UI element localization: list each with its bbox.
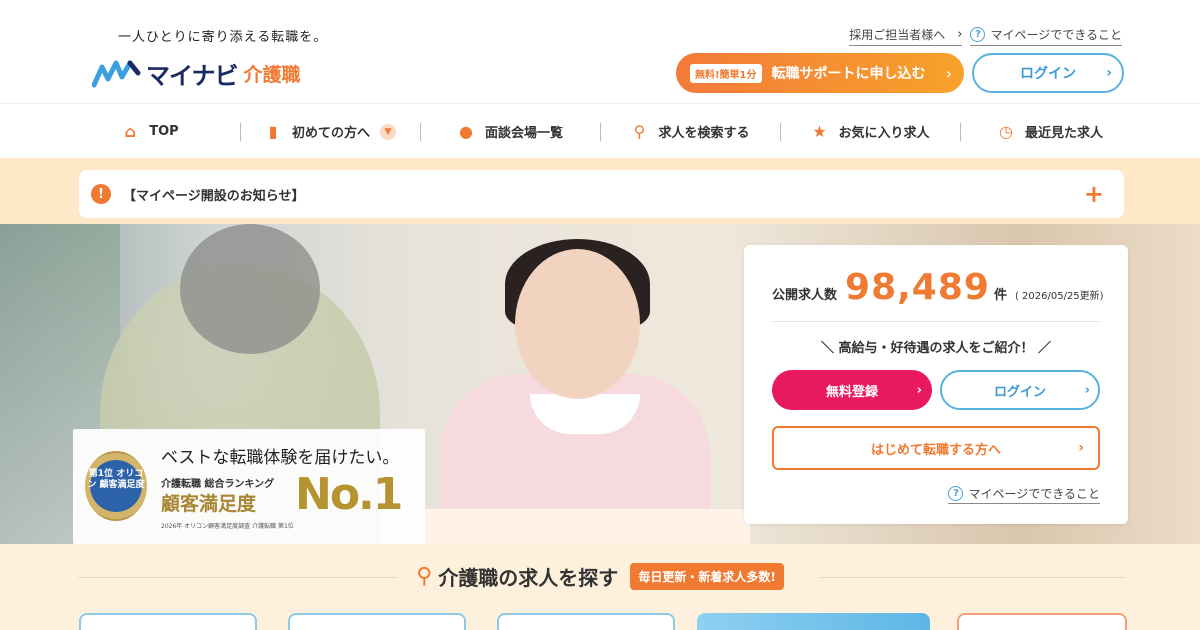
nav-item-search[interactable]: ⚲ 求人を検索する <box>600 122 780 141</box>
login-label: ログイン <box>993 384 1046 400</box>
free-badge: 無料!簡単1分 <box>690 63 762 83</box>
award-satisfaction: 顧客満足度 <box>161 493 257 515</box>
mypage-help-label: マイページでできること <box>990 28 1122 42</box>
medal-text: 第1位 オリコン 顧客満足度 <box>87 469 145 490</box>
notice-accordion[interactable]: ! 【マイページ開設のお知らせ】 + <box>79 170 1124 218</box>
mypage-help-link[interactable]: ? マイページでできること <box>970 26 1122 46</box>
header-login-button[interactable]: ログイン › <box>972 53 1124 93</box>
alert-icon: ! <box>91 184 111 204</box>
chevron-right-icon: › <box>916 382 922 398</box>
award-no1: No.1 <box>295 469 403 520</box>
chevron-right-icon: › <box>1078 440 1084 456</box>
map-pin-icon: ● <box>459 122 473 141</box>
chevron-right-icon: › <box>957 27 963 42</box>
notice-text: 【マイページ開設のお知らせ】 <box>123 188 305 204</box>
nav-label: 面談会場一覧 <box>484 126 563 141</box>
nav-label: お気に入り求人 <box>838 126 930 141</box>
global-nav: ⌂ TOP ▮ 初めての方へ ▼ ● 面談会場一覧 ⚲ 求人を検索する ★ お気… <box>0 105 1200 158</box>
award-catch: ベストな転職体験を届けたい。 <box>161 448 400 468</box>
chevron-right-icon: › <box>945 63 952 83</box>
award-ranking: 介護転職 総合ランキング <box>161 479 275 490</box>
nav-label: 最近見た求人 <box>1024 126 1103 141</box>
award-banner: 第1位 オリコン 顧客満足度 ベストな転職体験を届けたい。 介護転職 総合ランキ… <box>73 429 425 544</box>
jobs-count: 98,489 <box>845 267 990 308</box>
search-card[interactable] <box>957 613 1127 630</box>
free-register-button[interactable]: 無料登録 › <box>772 370 932 410</box>
search-card[interactable] <box>497 613 675 630</box>
first-time-label: はじめて転職する方へ <box>870 442 1001 458</box>
panel-login-button[interactable]: ログイン › <box>940 370 1100 410</box>
search-icon: ⚲ <box>416 564 433 589</box>
logo-text: マイナビ <box>146 62 239 90</box>
support-apply-button[interactable]: 無料!簡単1分 転職サポートに申し込む › <box>676 53 964 93</box>
beginner-icon: ▮ <box>268 122 278 141</box>
question-icon: ? <box>970 27 986 42</box>
hero-elder-hair <box>180 224 320 354</box>
chevron-down-icon: ▼ <box>380 123 396 140</box>
hero-nurse-face <box>515 249 640 399</box>
nav-item-venues[interactable]: ● 面談会場一覧 <box>420 122 600 141</box>
panel-help-label: マイページでできること <box>968 487 1100 501</box>
nav-label: 初めての方へ <box>291 126 370 141</box>
recruiter-link[interactable]: 採用ご担当者様へ › <box>849 26 963 46</box>
clock-icon: ◷ <box>999 122 1013 141</box>
nav-label: TOP <box>149 124 179 139</box>
star-icon: ★ <box>812 122 827 141</box>
jobs-label: 公開求人数 <box>772 288 838 303</box>
search-card[interactable] <box>79 613 257 630</box>
award-footnote: 2026年 オリコン顧客満足度調査 介護転職 第1位 <box>161 523 294 530</box>
nav-item-beginner[interactable]: ▮ 初めての方へ ▼ <box>240 122 420 141</box>
panel-catch: ＼ 高給与・好待遇の求人をご紹介！ ／ <box>820 341 1052 356</box>
panel-mypage-help-link[interactable]: ? マイページでできること <box>948 485 1100 504</box>
chevron-right-icon: › <box>1106 65 1112 81</box>
search-badge: 毎日更新・新着求人多数! <box>630 563 784 590</box>
support-button-label: 転職サポートに申し込む <box>771 66 926 82</box>
expand-plus-icon[interactable]: + <box>1084 180 1104 208</box>
panel-divider <box>772 321 1100 322</box>
nav-label: 求人を検索する <box>658 126 750 141</box>
search-title: 介護職の求人を探す <box>438 566 619 590</box>
nav-item-favorites[interactable]: ★ お気に入り求人 <box>780 122 960 141</box>
tagline: 一人ひとりに寄り添える転職を。 <box>118 30 328 45</box>
chevron-right-icon: › <box>1084 382 1090 398</box>
site-header: 一人ひとりに寄り添える転職を。 マイナビ 介護職 採用ご担当者様へ › ? マイ… <box>0 0 1200 104</box>
mynavi-logo-icon <box>92 60 141 87</box>
jobs-unit: 件 <box>993 288 1007 303</box>
register-label: 無料登録 <box>825 384 878 400</box>
search-icon: ⚲ <box>633 122 646 141</box>
site-logo[interactable]: マイナビ 介護職 <box>92 56 301 91</box>
logo-sub: 介護職 <box>243 64 301 86</box>
hero-table <box>420 509 750 544</box>
nav-item-top[interactable]: ⌂ TOP <box>60 122 240 141</box>
nav-item-recent[interactable]: ◷ 最近見た求人 <box>960 122 1140 141</box>
recruiter-link-label: 採用ご担当者様へ <box>849 28 946 42</box>
jobs-panel: 公開求人数 98,489 件 ( 2026/05/25更新) ＼ 高給与・好待遇… <box>744 245 1128 524</box>
home-icon: ⌂ <box>124 122 136 141</box>
search-card[interactable] <box>697 613 930 630</box>
first-time-button[interactable]: はじめて転職する方へ › <box>772 426 1100 470</box>
question-icon: ? <box>948 486 964 501</box>
login-label: ログイン <box>1020 66 1076 82</box>
search-card[interactable] <box>288 613 466 630</box>
jobs-updated: ( 2026/05/25更新) <box>1014 291 1104 302</box>
